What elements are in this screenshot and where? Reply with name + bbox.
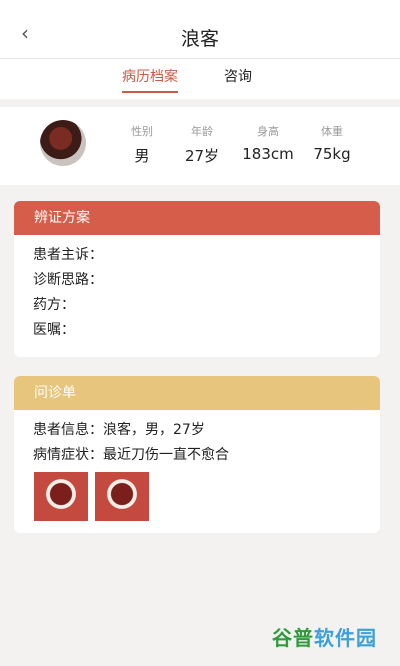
patient-profile: 性别 男 年龄 27岁 身高 183cm 体重 75kg <box>0 107 400 185</box>
stat-value: 75kg <box>313 145 351 163</box>
stat-value: 27岁 <box>184 147 220 165</box>
diagnosis-approach: 诊断思路： <box>33 272 103 288</box>
watermark-logo: 谷普软件园 <box>272 626 377 650</box>
doctor-advice: 医嘱： <box>33 322 75 338</box>
tab-medical-records[interactable]: 病历档案 <box>122 66 178 94</box>
stat-label: 性别 <box>131 125 153 138</box>
stat-label: 身高 <box>257 125 279 138</box>
avatar <box>40 120 86 166</box>
diagnosis-plan-card: 辨证方案 患者主诉： 诊断思路： 药方： 医嘱： <box>14 201 380 357</box>
tab-bar: 病历档案 咨询 <box>0 59 400 99</box>
card-title: 辨证方案 <box>14 201 380 235</box>
page-title: 浪客 <box>180 28 219 50</box>
prescription: 药方： <box>33 297 75 313</box>
stat-height: 身高 183cm <box>240 123 296 163</box>
stat-label: 年龄 <box>191 125 213 138</box>
patient-info: 患者信息：浪客，男，27岁 <box>33 422 205 438</box>
chief-complaint: 患者主诉： <box>33 247 103 263</box>
stat-weight: 体重 75kg <box>310 123 354 163</box>
top-bar: ‹ 浪客 <box>0 0 400 59</box>
stat-value: 183cm <box>242 145 294 163</box>
card-title: 问诊单 <box>14 376 380 410</box>
stat-label: 体重 <box>321 125 343 138</box>
tab-consult[interactable]: 咨询 <box>224 66 252 94</box>
consultation-card: 问诊单 患者信息：浪客，男，27岁 病情症状：最近刀伤一直不愈合 <box>14 376 380 533</box>
symptom-photo[interactable] <box>34 472 88 521</box>
stat-gender: 性别 男 <box>128 123 156 166</box>
stat-value: 男 <box>134 147 150 165</box>
symptom-photo[interactable] <box>95 472 150 521</box>
stat-age: 年龄 27岁 <box>182 123 222 166</box>
symptoms: 病情症状：最近刀伤一直不愈合 <box>33 447 229 463</box>
